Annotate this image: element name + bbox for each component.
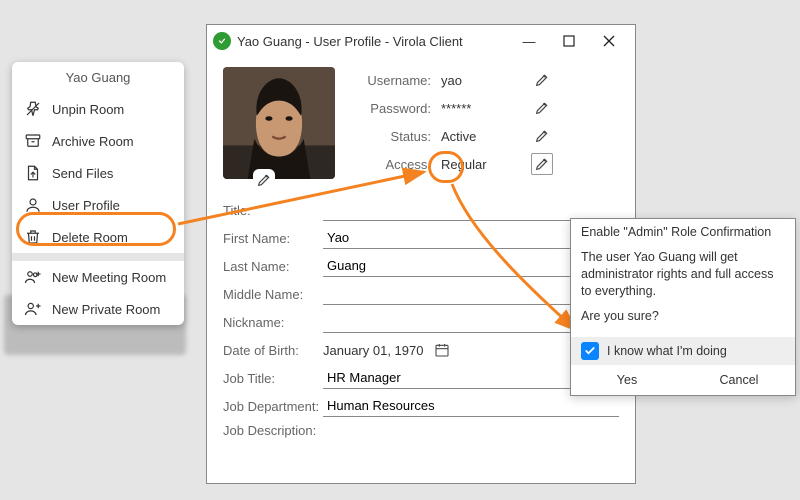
- ctx-new-private-room[interactable]: New Private Room: [12, 293, 184, 325]
- ctx-label: Send Files: [52, 166, 113, 181]
- context-menu-separator: [12, 253, 184, 261]
- nickname-label: Nickname:: [223, 315, 323, 330]
- dialog-body-text: The user Yao Guang will get administrato…: [581, 249, 785, 300]
- checkbox-checked-icon: [581, 342, 599, 360]
- middle-name-label: Middle Name:: [223, 287, 323, 302]
- window-title: Yao Guang - User Profile - Virola Client: [237, 34, 509, 49]
- ctx-label: New Meeting Room: [52, 270, 166, 285]
- ctx-label: New Private Room: [52, 302, 160, 317]
- ctx-label: Archive Room: [52, 134, 134, 149]
- password-value: ******: [441, 101, 531, 116]
- ctx-new-meeting-room[interactable]: New Meeting Room: [12, 261, 184, 293]
- user-plus-icon: [24, 300, 42, 318]
- maximize-button[interactable]: [549, 27, 589, 55]
- context-menu-title: Yao Guang: [12, 62, 184, 93]
- first-name-label: First Name:: [223, 231, 323, 246]
- admin-confirmation-dialog: Enable "Admin" Role Confirmation The use…: [570, 218, 796, 396]
- ctx-delete-room[interactable]: Delete Room: [12, 221, 184, 253]
- send-file-icon: [24, 164, 42, 182]
- dialog-checkbox-row[interactable]: I know what I'm doing: [571, 337, 795, 365]
- job-dept-label: Job Department:: [223, 399, 323, 414]
- dob-value: January 01, 1970: [323, 343, 423, 358]
- password-label: Password:: [351, 101, 431, 116]
- dialog-title: Enable "Admin" Role Confirmation: [571, 219, 795, 245]
- trash-icon: [24, 228, 42, 246]
- ctx-label: User Profile: [52, 198, 120, 213]
- context-menu: Yao Guang Unpin Room Archive Room Send F…: [12, 62, 184, 325]
- profile-form: Title: First Name: Last Name: Middle Nam…: [223, 199, 619, 438]
- dialog-yes-button[interactable]: Yes: [571, 365, 683, 395]
- user-icon: [24, 196, 42, 214]
- ctx-send-files[interactable]: Send Files: [12, 157, 184, 189]
- access-value: Regular: [441, 157, 531, 172]
- username-label: Username:: [351, 73, 431, 88]
- access-edit-button[interactable]: [531, 153, 553, 175]
- credentials-panel: Username: yao Password: ****** Status: A…: [351, 67, 619, 179]
- close-button[interactable]: [589, 27, 629, 55]
- ctx-user-profile[interactable]: User Profile: [12, 189, 184, 221]
- minimize-button[interactable]: ―: [509, 27, 549, 55]
- job-dept-input[interactable]: [323, 395, 619, 417]
- status-value: Active: [441, 129, 531, 144]
- status-edit-button[interactable]: [531, 125, 553, 147]
- ctx-archive-room[interactable]: Archive Room: [12, 125, 184, 157]
- status-label: Status:: [351, 129, 431, 144]
- ctx-label: Unpin Room: [52, 102, 124, 117]
- job-title-label: Job Title:: [223, 371, 323, 386]
- last-name-label: Last Name:: [223, 259, 323, 274]
- password-edit-button[interactable]: [531, 97, 553, 119]
- ctx-unpin-room[interactable]: Unpin Room: [12, 93, 184, 125]
- access-label: Access:: [351, 157, 431, 172]
- username-value: yao: [441, 73, 531, 88]
- dialog-cancel-button[interactable]: Cancel: [683, 365, 795, 395]
- users-plus-icon: [24, 268, 42, 286]
- app-icon: [213, 32, 231, 50]
- avatar-edit-button[interactable]: [253, 169, 275, 191]
- username-edit-button[interactable]: [531, 69, 553, 91]
- ctx-label: Delete Room: [52, 230, 128, 245]
- dob-label: Date of Birth:: [223, 343, 323, 358]
- dialog-question: Are you sure?: [581, 308, 785, 325]
- pin-off-icon: [24, 100, 42, 118]
- dialog-checkbox-label: I know what I'm doing: [607, 344, 727, 358]
- job-desc-label: Job Description:: [223, 423, 323, 438]
- avatar-image: [223, 67, 335, 179]
- archive-icon: [24, 132, 42, 150]
- titlebar: Yao Guang - User Profile - Virola Client…: [207, 25, 635, 57]
- title-label: Title:: [223, 203, 323, 218]
- calendar-icon[interactable]: [431, 339, 453, 361]
- avatar-container: [223, 67, 335, 179]
